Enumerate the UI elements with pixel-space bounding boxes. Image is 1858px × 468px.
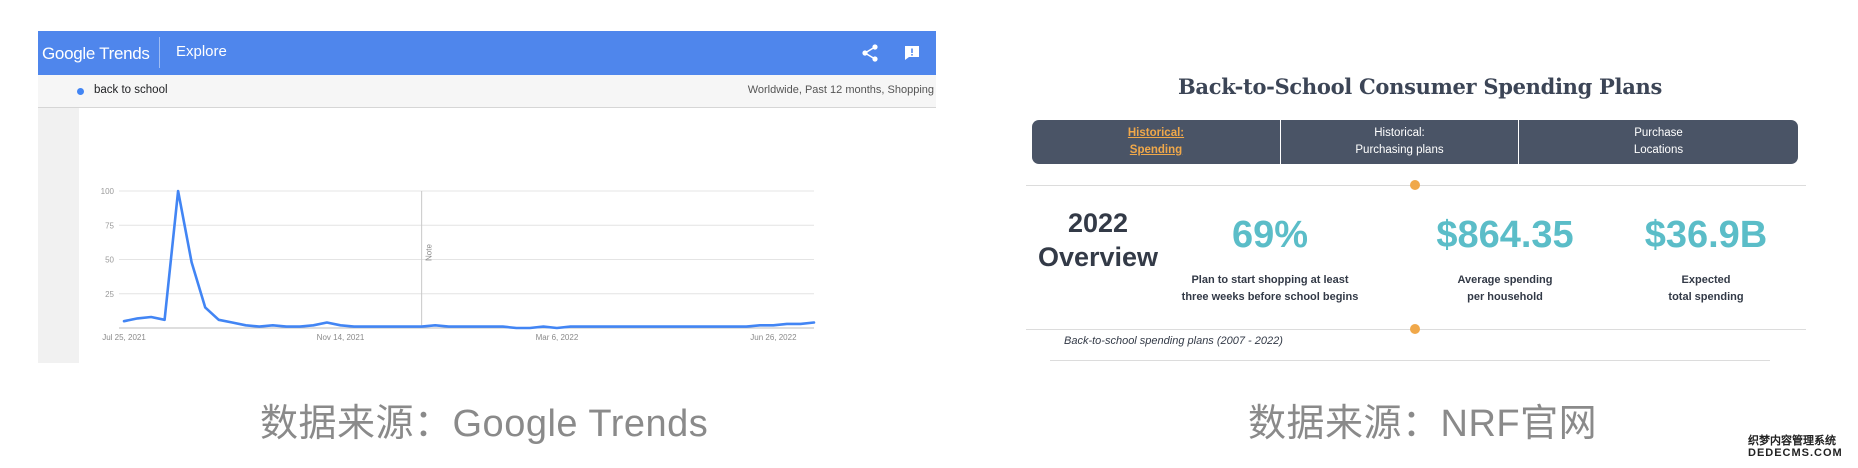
stat-label-line: Plan to start shopping at least [1191,274,1349,286]
search-term-label[interactable]: back to school [94,84,168,96]
timeline-dot-top [1410,180,1420,190]
watermark-text: 织梦内容管理系统 [1748,435,1836,447]
stat-label-line: per household [1467,291,1543,303]
tab-label-line2: Purchasing plans [1355,144,1444,156]
feedback-icon[interactable] [902,43,922,63]
note-label: Note [425,244,434,261]
caption-nrf: 数据来源：NRF官网 [1248,403,1598,445]
search-term-bar: back to school Worldwide, Past 12 months… [38,75,936,108]
stat-value-plan-early: 69% [1231,214,1309,256]
tab-label-line1: Purchase [1634,127,1683,139]
timeline-dot-bottom [1410,324,1420,334]
stat-label-plan-early: Plan to start shopping at least three we… [1170,272,1370,306]
stat-label-total-spending: Expected total spending [1606,272,1806,306]
stat-value-total-spending: $36.9B [1644,214,1768,256]
google-trends-panel: Google Trends Explore back to school Wor… [38,31,936,363]
x-tick-label: Jul 25, 2021 [102,333,146,342]
tab-historical-spending[interactable]: Historical: Spending [1032,120,1280,164]
tab-purchase-locations[interactable]: Purchase Locations [1519,120,1798,164]
watermark-domain: DEDECMS.COM [1748,447,1843,459]
stat-label-line: Expected [1681,274,1731,286]
tab-historical-purchasing-plans[interactable]: Historical: Purchasing plans [1281,120,1518,164]
tab-label-line1: Historical: [1374,127,1425,139]
interest-over-time-chart[interactable]: 25 50 75 100 Note Jul 25, 2021 Nov 14, 2021 Mar… [79,108,935,363]
x-tick-label: Mar 6, 2022 [536,333,579,342]
tab-label-line1: Historical: [1127,127,1185,139]
y-tick-label: 25 [105,290,114,299]
left-gutter [38,108,79,363]
google-trends-logo[interactable]: Google Trends [42,44,150,64]
y-tick-label: 75 [105,221,114,230]
tab-bar: Historical: Spending Historical: Purchas… [1032,120,1798,164]
tab-label-line2: Spending [1129,144,1183,156]
stat-label-line: three weeks before school begins [1181,291,1359,303]
trends-header: Google Trends Explore [38,31,936,75]
overview-heading: 2022 Overview [1034,206,1162,274]
stat-label-avg-spending: Average spending per household [1405,272,1605,306]
header-divider [159,37,160,68]
stat-label-line: Average spending [1457,274,1553,286]
x-tick-label: Jun 26, 2022 [750,333,797,342]
page-title: Explore [176,43,227,60]
x-tick-label: Nov 14, 2021 [317,333,365,342]
tab-label-line2: Locations [1633,144,1684,156]
panel-title: Back-to-School Consumer Spending Plans [1177,74,1662,99]
divider-footnote [1050,360,1770,361]
share-icon[interactable] [860,43,880,63]
y-tick-label: 100 [101,187,115,196]
spending-plans-footnote[interactable]: Back-to-school spending plans (2007 - 20… [1064,335,1283,347]
y-tick-label: 50 [105,256,114,265]
stat-value-avg-spending: $864.35 [1436,214,1574,256]
filters-summary[interactable]: Worldwide, Past 12 months, Shopping [748,84,934,96]
series-color-dot [77,88,84,95]
overview-year: 2022 [1067,208,1129,238]
stat-label-line: total spending [1668,291,1744,303]
nrf-panel: Back-to-School Consumer Spending Plans H… [1020,60,1820,370]
overview-label: Overview [1037,242,1159,272]
caption-google-trends: 数据来源：Google Trends [260,403,709,445]
